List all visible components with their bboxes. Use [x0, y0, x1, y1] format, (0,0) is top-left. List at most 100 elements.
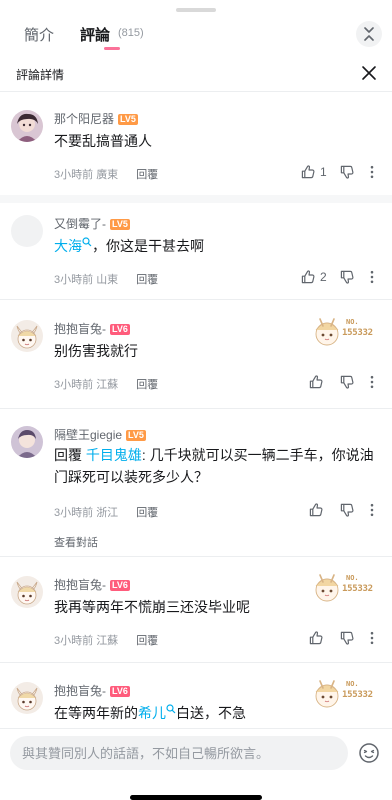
- home-indicator: [130, 795, 262, 800]
- comment-text: 在等两年新的希儿 白送，不急: [54, 704, 246, 721]
- emoji-button[interactable]: [358, 742, 380, 764]
- more-icon: [364, 502, 380, 518]
- top-tabs: 簡介 評論 (815): [0, 18, 392, 54]
- badge-number: 155332: [342, 690, 373, 700]
- collapse-button[interactable]: [356, 21, 382, 47]
- thumbs-up-icon: [308, 374, 324, 390]
- comment-time: 3小時前: [54, 379, 94, 391]
- comment-input-bar: [0, 728, 392, 800]
- divider: [0, 662, 392, 663]
- level-badge: LV5: [126, 430, 146, 441]
- more-icon: [364, 269, 380, 285]
- badge-number: 155332: [342, 584, 373, 594]
- close-button[interactable]: [358, 62, 380, 84]
- avatar[interactable]: [11, 576, 43, 608]
- more-icon: [364, 164, 380, 180]
- username[interactable]: 抱抱盲兔- LV6: [54, 320, 130, 337]
- active-tab-indicator: [104, 47, 120, 50]
- comment-meta: 3小時前 江蘇 回覆: [54, 376, 158, 392]
- comment-text: 不要乱搞普通人: [54, 133, 152, 149]
- comment-location: 浙江: [96, 507, 119, 519]
- level-badge: LV6: [110, 686, 130, 697]
- reply-button[interactable]: 回覆: [136, 507, 158, 519]
- level-badge: LV6: [110, 324, 130, 335]
- like-button[interactable]: [308, 502, 324, 518]
- avatar[interactable]: [11, 426, 43, 458]
- thumbs-up-icon: [300, 269, 316, 285]
- reply-button[interactable]: 回覆: [136, 274, 158, 286]
- divider: [0, 195, 392, 203]
- mention-link[interactable]: 大海: [54, 237, 92, 254]
- more-icon: [364, 374, 380, 390]
- badge-no: NO.: [346, 318, 359, 326]
- search-icon: [166, 704, 176, 714]
- username[interactable]: 隔壁王giegie LV5: [54, 426, 146, 443]
- comment-time: 3小時前: [54, 274, 94, 286]
- username[interactable]: 抱抱盲兔- LV6: [54, 682, 130, 699]
- thumbs-up-icon: [308, 502, 324, 518]
- comment-time: 3小時前: [54, 635, 94, 647]
- thumbs-down-icon: [339, 269, 355, 285]
- thumbs-down-icon: [339, 374, 355, 390]
- comment-location: 江蘇: [96, 635, 119, 647]
- more-button[interactable]: [364, 630, 380, 646]
- comment-text: 回覆 千目鬼雄: 几千块就可以买一辆二手车，你说油门踩死可以装死多少人？: [54, 447, 374, 485]
- dislike-button[interactable]: [339, 164, 355, 180]
- comment-text: 别伤害我就行: [54, 343, 138, 359]
- like-button[interactable]: [308, 630, 324, 646]
- avatar[interactable]: [11, 682, 43, 714]
- more-button[interactable]: [364, 502, 380, 518]
- level-badge: LV5: [118, 114, 138, 125]
- comment-meta: 3小時前 廣東 回覆: [54, 166, 158, 182]
- drag-handle[interactable]: [176, 8, 216, 12]
- like-count: 2: [320, 270, 327, 284]
- dislike-button[interactable]: [339, 502, 355, 518]
- avatar[interactable]: [11, 110, 43, 142]
- dislike-button[interactable]: [339, 269, 355, 285]
- divider: [0, 556, 392, 557]
- tab-comments[interactable]: 評論: [80, 24, 110, 45]
- detail-title: 評論詳情: [16, 68, 65, 82]
- emoji-icon: [359, 743, 379, 763]
- username[interactable]: 抱抱盲兔- LV6: [54, 576, 130, 593]
- username[interactable]: 那个阳尼器 LV5: [54, 110, 138, 127]
- reply-button[interactable]: 回覆: [136, 379, 158, 391]
- avatar[interactable]: [11, 320, 43, 352]
- like-button[interactable]: 1: [300, 164, 327, 180]
- search-icon: [82, 237, 92, 247]
- comment-text: 我再等两年不慌崩三还没毕业呢: [54, 599, 250, 615]
- like-button[interactable]: [308, 374, 324, 390]
- mention-link[interactable]: 希儿: [138, 704, 176, 721]
- comment-meta: 3小時前 浙江 回覆: [54, 504, 158, 520]
- comment-detail-header: 評論詳情: [0, 56, 392, 92]
- divider: [0, 408, 392, 409]
- comment-time: 3小時前: [54, 507, 94, 519]
- reply-button[interactable]: 回覆: [136, 169, 158, 181]
- dislike-button[interactable]: [339, 374, 355, 390]
- more-button[interactable]: [364, 374, 380, 390]
- comment-meta: 3小時前 山東 回覆: [54, 271, 158, 287]
- divider: [0, 299, 392, 300]
- thumbs-down-icon: [339, 164, 355, 180]
- badge-no: NO.: [346, 680, 359, 688]
- comment-location: 山東: [96, 274, 119, 286]
- like-button[interactable]: 2: [300, 269, 327, 285]
- comment-input[interactable]: [10, 736, 348, 770]
- comment-count: (815): [118, 27, 144, 39]
- dislike-button[interactable]: [339, 630, 355, 646]
- level-badge: LV5: [110, 219, 130, 230]
- thumbs-down-icon: [339, 630, 355, 646]
- level-badge: LV6: [110, 580, 130, 591]
- avatar[interactable]: [11, 215, 43, 247]
- more-button[interactable]: [364, 269, 380, 285]
- comment-meta: 3小時前 江蘇 回覆: [54, 632, 158, 648]
- comment-location: 廣東: [96, 169, 119, 181]
- reply-to-link[interactable]: 千目鬼雄: [86, 447, 142, 463]
- view-conversation-link[interactable]: 查看對話: [54, 534, 98, 550]
- tab-intro[interactable]: 簡介: [24, 24, 54, 45]
- thumbs-down-icon: [339, 502, 355, 518]
- more-button[interactable]: [364, 164, 380, 180]
- thumbs-up-icon: [300, 164, 316, 180]
- reply-button[interactable]: 回覆: [136, 635, 158, 647]
- username[interactable]: 又倒霉了- LV5: [54, 215, 130, 232]
